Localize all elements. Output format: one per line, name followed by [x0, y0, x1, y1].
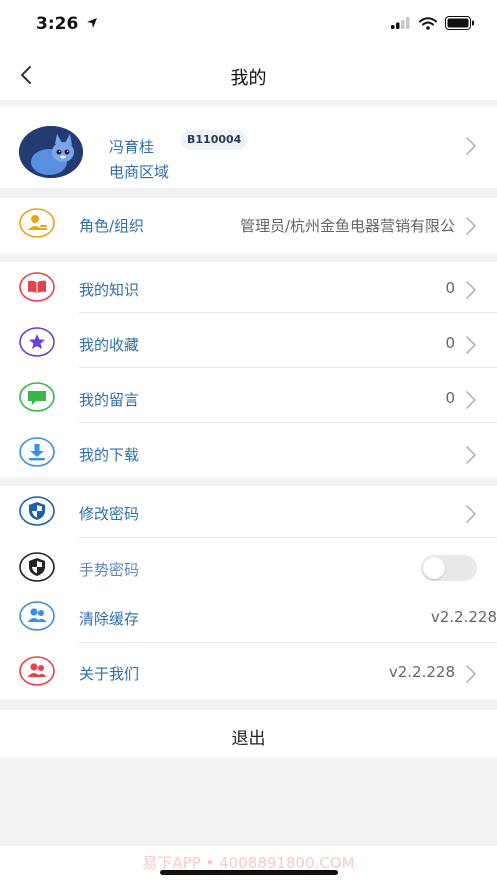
gesture-password-row: 手势密码 — [0, 542, 497, 597]
chevron-right-icon — [466, 137, 476, 155]
my-favorites-count: 0 — [445, 334, 455, 352]
chevron-right-icon — [466, 281, 476, 299]
my-favorites-label: 我的收藏 — [79, 336, 140, 354]
home-indicator[interactable] — [160, 870, 338, 875]
user-region: 电商区域 — [109, 163, 170, 181]
settings-card: 修改密码 手势密码 清除缓存 v2.2.228 关于我们 v2.2.228 — [0, 486, 497, 699]
role-row[interactable]: 角色/组织 管理员/杭州金鱼电器营销有限公 — [0, 198, 497, 253]
role-card: 角色/组织 管理员/杭州金鱼电器营销有限公 — [0, 198, 497, 253]
status-bar: 3:26 — [0, 0, 497, 50]
divider — [79, 537, 497, 538]
star-icon — [19, 327, 55, 357]
shield-icon — [19, 552, 55, 582]
battery-icon — [445, 16, 474, 30]
my-content-card: 我的知识 0 我的收藏 0 我的留言 0 我的下载 — [0, 262, 497, 477]
gesture-password-label: 手势密码 — [79, 561, 140, 579]
clear-cache-value: v2.2.228 — [430, 608, 497, 626]
my-messages-count: 0 — [445, 389, 455, 407]
wifi-icon — [419, 16, 437, 30]
divider — [79, 367, 497, 368]
my-downloads-row[interactable]: 我的下载 — [0, 427, 497, 482]
my-knowledge-label: 我的知识 — [79, 281, 140, 299]
my-messages-row[interactable]: 我的留言 0 — [0, 372, 497, 427]
message-icon — [19, 382, 55, 412]
about-us-label: 关于我们 — [79, 665, 140, 683]
logout-card: 退出 — [0, 710, 497, 758]
download-icon — [19, 437, 55, 467]
logout-button[interactable]: 退出 — [0, 724, 497, 749]
status-time: 3:26 — [36, 14, 79, 34]
signal-icon — [391, 17, 410, 29]
divider — [79, 312, 497, 313]
divider — [79, 642, 497, 643]
role-value: 管理员/杭州金鱼电器营销有限公 — [239, 217, 455, 235]
book-icon — [19, 272, 55, 302]
users-icon — [19, 601, 55, 631]
my-favorites-row[interactable]: 我的收藏 0 — [0, 317, 497, 372]
clear-cache-label: 清除缓存 — [79, 610, 140, 628]
users-icon — [19, 656, 55, 686]
chevron-right-icon — [466, 336, 476, 354]
shield-icon — [19, 496, 55, 526]
gesture-password-toggle[interactable] — [421, 555, 477, 581]
user-id-badge: B110004 — [181, 130, 248, 150]
my-knowledge-row[interactable]: 我的知识 0 — [0, 262, 497, 317]
navigation-bar: 我的 — [0, 50, 497, 100]
chevron-right-icon — [466, 505, 476, 523]
my-downloads-label: 我的下载 — [79, 446, 140, 464]
change-password-row[interactable]: 修改密码 — [0, 486, 497, 541]
page-title: 我的 — [230, 68, 267, 89]
about-us-row[interactable]: 关于我们 v2.2.228 — [0, 646, 497, 701]
profile-card[interactable]: 冯育桂 B110004 电商区域 — [0, 106, 497, 188]
location-arrow-icon — [87, 18, 97, 28]
status-indicators — [391, 16, 475, 30]
divider — [79, 422, 497, 423]
chevron-right-icon — [466, 665, 476, 683]
my-messages-label: 我的留言 — [79, 391, 140, 409]
clear-cache-row[interactable]: 清除缓存 v2.2.228 — [0, 591, 497, 646]
bottom-bar: 易下APP • 4008891800.COM — [0, 846, 497, 883]
role-label: 角色/组织 — [79, 217, 145, 235]
my-knowledge-count: 0 — [445, 279, 455, 297]
toggle-knob — [423, 557, 445, 579]
about-us-version: v2.2.228 — [388, 663, 455, 681]
chevron-right-icon — [466, 391, 476, 409]
role-icon — [19, 208, 55, 238]
avatar — [19, 126, 83, 178]
user-name: 冯育桂 — [109, 138, 155, 156]
change-password-label: 修改密码 — [79, 505, 140, 523]
chevron-right-icon — [466, 217, 476, 235]
chevron-right-icon — [466, 446, 476, 464]
